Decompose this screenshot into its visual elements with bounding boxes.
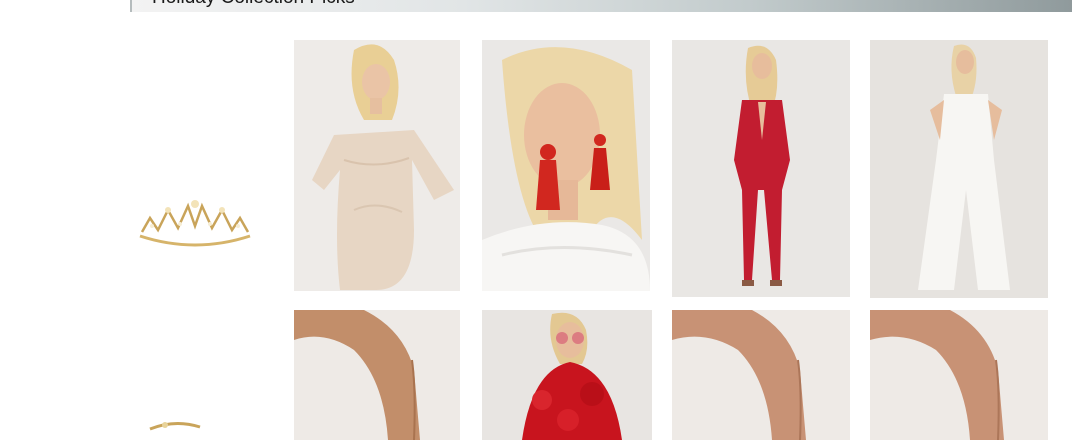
red-jumpsuit-image — [672, 40, 850, 297]
nude-heels-alt-image — [672, 310, 850, 440]
product-tile-nude-heels-alt-2[interactable] — [870, 310, 1048, 440]
lace-romper-image — [294, 40, 460, 291]
product-tile-nude-heels-alt[interactable] — [672, 310, 850, 440]
gold-accessory-image — [149, 422, 201, 431]
product-tile-red-fur-coat[interactable] — [482, 310, 652, 440]
product-tile-red-jumpsuit[interactable] — [672, 40, 850, 297]
product-tile-nude-heels[interactable] — [294, 310, 460, 440]
section-header-bar: Holiday Collection Picks — [130, 0, 1072, 12]
section-title: Holiday Collection Picks — [152, 0, 355, 9]
gold-accessory-product[interactable] — [130, 418, 230, 431]
tiara-image — [139, 200, 251, 247]
nude-heels-image — [294, 310, 460, 440]
red-earrings-image — [482, 40, 650, 291]
nude-heels-alt-2-image — [870, 310, 1048, 440]
red-fur-coat-image — [482, 310, 652, 440]
product-tile-white-jumpsuit[interactable] — [870, 40, 1048, 298]
product-tile-lace-romper[interactable] — [294, 40, 460, 291]
white-jumpsuit-image — [870, 40, 1048, 298]
tiara-product[interactable] — [132, 198, 258, 254]
product-tile-red-earrings[interactable] — [482, 40, 650, 291]
